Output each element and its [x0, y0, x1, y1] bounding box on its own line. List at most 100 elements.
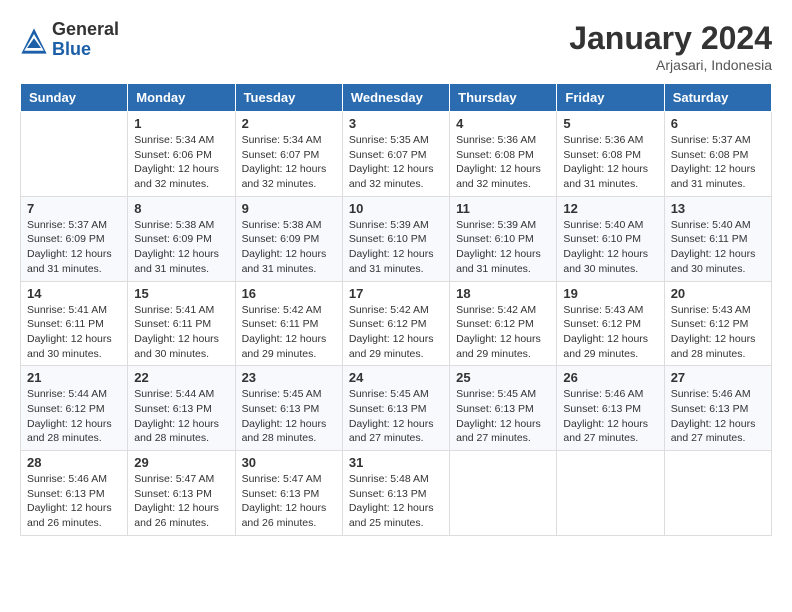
- day-detail: Sunrise: 5:36 AM Sunset: 6:08 PM Dayligh…: [456, 133, 550, 192]
- calendar-cell: 9 Sunrise: 5:38 AM Sunset: 6:09 PM Daylig…: [235, 196, 342, 281]
- calendar-cell: 18Sunrise: 5:42 AM Sunset: 6:12 PM Dayli…: [450, 281, 557, 366]
- calendar-cell: 28 Sunrise: 5:46 AM Sunset: 6:13 PM Dayli…: [21, 451, 128, 536]
- calendar-cell: 21 Sunrise: 5:44 AM Sunset: 6:12 PM Dayli…: [21, 366, 128, 451]
- day-detail: Sunrise: 5:45 AM Sunset: 6:13 PM Dayligh…: [349, 387, 443, 446]
- day-number: 18: [456, 286, 550, 301]
- day-number: 8: [134, 201, 228, 216]
- logo: General Blue: [20, 20, 119, 60]
- logo-text: General Blue: [52, 20, 119, 60]
- calendar-cell: 25Sunrise: 5:45 AM Sunset: 6:13 PM Dayli…: [450, 366, 557, 451]
- calendar-cell: [21, 112, 128, 197]
- calendar-cell: 12Sunrise: 5:40 AM Sunset: 6:10 PM Dayli…: [557, 196, 664, 281]
- day-number: 14: [27, 286, 121, 301]
- day-detail: Sunrise: 5:44 AM Sunset: 6:12 PM Dayligh…: [27, 387, 121, 446]
- day-number: 20: [671, 286, 765, 301]
- calendar-cell: 20Sunrise: 5:43 AM Sunset: 6:12 PM Dayli…: [664, 281, 771, 366]
- calendar-cell: [664, 451, 771, 536]
- day-detail: Sunrise: 5:42 AM Sunset: 6:11 PM Dayligh…: [242, 303, 336, 362]
- day-header-sunday: Sunday: [21, 84, 128, 112]
- logo-blue: Blue: [52, 40, 119, 60]
- week-row-3: 14 Sunrise: 5:41 AM Sunset: 6:11 PM Dayli…: [21, 281, 772, 366]
- calendar-table: SundayMondayTuesdayWednesdayThursdayFrid…: [20, 83, 772, 536]
- month-title: January 2024: [569, 20, 772, 57]
- week-row-5: 28 Sunrise: 5:46 AM Sunset: 6:13 PM Dayli…: [21, 451, 772, 536]
- day-detail: Sunrise: 5:45 AM Sunset: 6:13 PM Dayligh…: [456, 387, 550, 446]
- day-detail: Sunrise: 5:37 AM Sunset: 6:08 PM Dayligh…: [671, 133, 765, 192]
- day-number: 21: [27, 370, 121, 385]
- day-header-thursday: Thursday: [450, 84, 557, 112]
- day-detail: Sunrise: 5:46 AM Sunset: 6:13 PM Dayligh…: [563, 387, 657, 446]
- calendar-cell: 17 Sunrise: 5:42 AM Sunset: 6:12 PM Dayli…: [342, 281, 449, 366]
- day-number: 23: [242, 370, 336, 385]
- logo-icon: [20, 27, 48, 55]
- day-number: 24: [349, 370, 443, 385]
- day-number: 7: [27, 201, 121, 216]
- day-detail: Sunrise: 5:46 AM Sunset: 6:13 PM Dayligh…: [671, 387, 765, 446]
- day-detail: Sunrise: 5:39 AM Sunset: 6:10 PM Dayligh…: [349, 218, 443, 277]
- calendar-cell: [557, 451, 664, 536]
- day-number: 9: [242, 201, 336, 216]
- week-row-1: 1 Sunrise: 5:34 AM Sunset: 6:06 PM Daylig…: [21, 112, 772, 197]
- day-number: 26: [563, 370, 657, 385]
- calendar-cell: 14 Sunrise: 5:41 AM Sunset: 6:11 PM Dayli…: [21, 281, 128, 366]
- day-number: 31: [349, 455, 443, 470]
- day-detail: Sunrise: 5:45 AM Sunset: 6:13 PM Dayligh…: [242, 387, 336, 446]
- calendar-cell: 7 Sunrise: 5:37 AM Sunset: 6:09 PM Daylig…: [21, 196, 128, 281]
- day-header-monday: Monday: [128, 84, 235, 112]
- calendar-cell: 10 Sunrise: 5:39 AM Sunset: 6:10 PM Dayli…: [342, 196, 449, 281]
- day-detail: Sunrise: 5:46 AM Sunset: 6:13 PM Dayligh…: [27, 472, 121, 531]
- day-detail: Sunrise: 5:47 AM Sunset: 6:13 PM Dayligh…: [242, 472, 336, 531]
- day-number: 15: [134, 286, 228, 301]
- calendar-cell: 27 Sunrise: 5:46 AM Sunset: 6:13 PM Dayli…: [664, 366, 771, 451]
- calendar-cell: 19 Sunrise: 5:43 AM Sunset: 6:12 PM Dayli…: [557, 281, 664, 366]
- calendar-cell: 3 Sunrise: 5:35 AM Sunset: 6:07 PM Daylig…: [342, 112, 449, 197]
- day-number: 11: [456, 201, 550, 216]
- day-number: 27: [671, 370, 765, 385]
- calendar-cell: 24 Sunrise: 5:45 AM Sunset: 6:13 PM Dayli…: [342, 366, 449, 451]
- day-detail: Sunrise: 5:39 AM Sunset: 6:10 PM Dayligh…: [456, 218, 550, 277]
- calendar-cell: 22 Sunrise: 5:44 AM Sunset: 6:13 PM Dayli…: [128, 366, 235, 451]
- day-number: 13: [671, 201, 765, 216]
- day-number: 22: [134, 370, 228, 385]
- day-number: 5: [563, 116, 657, 131]
- day-detail: Sunrise: 5:41 AM Sunset: 6:11 PM Dayligh…: [134, 303, 228, 362]
- day-number: 1: [134, 116, 228, 131]
- calendar-cell: 11 Sunrise: 5:39 AM Sunset: 6:10 PM Dayli…: [450, 196, 557, 281]
- day-detail: Sunrise: 5:35 AM Sunset: 6:07 PM Dayligh…: [349, 133, 443, 192]
- day-number: 28: [27, 455, 121, 470]
- day-detail: Sunrise: 5:38 AM Sunset: 6:09 PM Dayligh…: [242, 218, 336, 277]
- calendar-body: 1 Sunrise: 5:34 AM Sunset: 6:06 PM Daylig…: [21, 112, 772, 536]
- day-detail: Sunrise: 5:40 AM Sunset: 6:10 PM Dayligh…: [563, 218, 657, 277]
- calendar-header-row: SundayMondayTuesdayWednesdayThursdayFrid…: [21, 84, 772, 112]
- calendar-cell: [450, 451, 557, 536]
- day-detail: Sunrise: 5:34 AM Sunset: 6:06 PM Dayligh…: [134, 133, 228, 192]
- day-detail: Sunrise: 5:43 AM Sunset: 6:12 PM Dayligh…: [563, 303, 657, 362]
- day-number: 19: [563, 286, 657, 301]
- calendar-cell: 2Sunrise: 5:34 AM Sunset: 6:07 PM Daylig…: [235, 112, 342, 197]
- day-detail: Sunrise: 5:38 AM Sunset: 6:09 PM Dayligh…: [134, 218, 228, 277]
- calendar-cell: 16Sunrise: 5:42 AM Sunset: 6:11 PM Dayli…: [235, 281, 342, 366]
- week-row-2: 7 Sunrise: 5:37 AM Sunset: 6:09 PM Daylig…: [21, 196, 772, 281]
- day-detail: Sunrise: 5:37 AM Sunset: 6:09 PM Dayligh…: [27, 218, 121, 277]
- calendar-cell: 5 Sunrise: 5:36 AM Sunset: 6:08 PM Daylig…: [557, 112, 664, 197]
- day-header-saturday: Saturday: [664, 84, 771, 112]
- day-number: 3: [349, 116, 443, 131]
- day-header-tuesday: Tuesday: [235, 84, 342, 112]
- week-row-4: 21 Sunrise: 5:44 AM Sunset: 6:12 PM Dayli…: [21, 366, 772, 451]
- day-number: 4: [456, 116, 550, 131]
- day-header-friday: Friday: [557, 84, 664, 112]
- day-detail: Sunrise: 5:40 AM Sunset: 6:11 PM Dayligh…: [671, 218, 765, 277]
- day-number: 10: [349, 201, 443, 216]
- title-block: January 2024 Arjasari, Indonesia: [569, 20, 772, 73]
- day-detail: Sunrise: 5:44 AM Sunset: 6:13 PM Dayligh…: [134, 387, 228, 446]
- day-detail: Sunrise: 5:36 AM Sunset: 6:08 PM Dayligh…: [563, 133, 657, 192]
- day-detail: Sunrise: 5:42 AM Sunset: 6:12 PM Dayligh…: [349, 303, 443, 362]
- day-number: 6: [671, 116, 765, 131]
- calendar-cell: 29Sunrise: 5:47 AM Sunset: 6:13 PM Dayli…: [128, 451, 235, 536]
- day-detail: Sunrise: 5:41 AM Sunset: 6:11 PM Dayligh…: [27, 303, 121, 362]
- day-number: 29: [134, 455, 228, 470]
- calendar-cell: 26 Sunrise: 5:46 AM Sunset: 6:13 PM Dayli…: [557, 366, 664, 451]
- day-number: 17: [349, 286, 443, 301]
- calendar-cell: 1 Sunrise: 5:34 AM Sunset: 6:06 PM Daylig…: [128, 112, 235, 197]
- calendar-cell: 30Sunrise: 5:47 AM Sunset: 6:13 PM Dayli…: [235, 451, 342, 536]
